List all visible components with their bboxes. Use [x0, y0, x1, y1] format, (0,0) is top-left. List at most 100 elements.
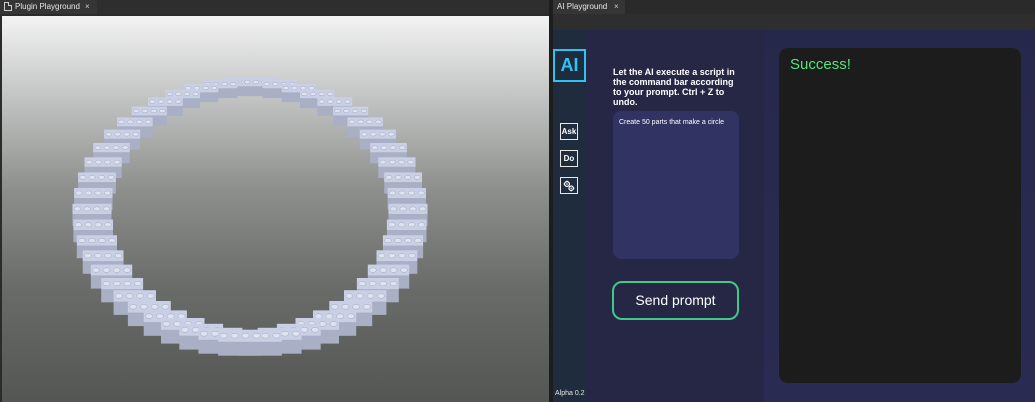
brick-stud — [175, 91, 182, 96]
brick-stud — [95, 159, 102, 165]
brick-stud — [85, 159, 93, 165]
brick-stud — [348, 119, 356, 125]
brick-stud — [414, 238, 422, 243]
brick-stud — [132, 108, 140, 114]
brick-stud — [94, 190, 102, 196]
brick-stud — [388, 222, 396, 228]
tab-ai-playground[interactable]: AI Playground × — [553, 0, 625, 14]
brick-stud — [103, 206, 111, 212]
brick-stud — [199, 330, 208, 337]
brick-stud — [389, 206, 397, 212]
brick-stud — [180, 327, 189, 333]
brick-stud — [156, 313, 164, 319]
brick-stud — [244, 80, 251, 85]
brick-stud — [351, 108, 359, 114]
brick-stud — [185, 85, 192, 91]
brick-stud — [166, 313, 175, 319]
prompt-panel: Let the AI execute a script in the comma… — [586, 30, 764, 402]
brick-stud — [385, 175, 393, 180]
brick-stud — [78, 238, 86, 243]
brick-stud — [104, 159, 112, 165]
brick-stud — [398, 145, 406, 150]
brick-stud — [183, 91, 191, 96]
brick-stud — [377, 253, 386, 259]
brick-stud — [93, 206, 101, 212]
brick-stud — [379, 281, 387, 287]
brick-stud — [115, 293, 123, 299]
brick-stud — [357, 119, 364, 125]
3d-viewport[interactable] — [2, 16, 549, 402]
brick-stud — [114, 132, 121, 137]
brick-stud — [98, 175, 106, 180]
brick-stud — [104, 222, 112, 228]
brick-stud — [161, 304, 170, 310]
brick-stud — [252, 80, 259, 85]
brick-stud — [388, 253, 396, 259]
brick-stud — [144, 119, 152, 125]
brick-stud — [314, 313, 323, 319]
output-console: Success! — [779, 48, 1021, 383]
brick-stud — [92, 267, 100, 273]
brick-stud — [94, 222, 102, 228]
settings-button[interactable] — [560, 177, 578, 194]
close-icon[interactable]: × — [85, 0, 90, 14]
brick-stud — [102, 267, 111, 273]
brick-stud — [366, 119, 373, 125]
close-icon[interactable]: × — [614, 0, 619, 14]
do-button[interactable]: Do — [560, 150, 578, 167]
brick-stud — [379, 132, 386, 137]
brick-stud — [408, 222, 416, 228]
brick-stud — [118, 119, 125, 125]
brick-stud — [175, 99, 182, 104]
brick-stud — [343, 108, 350, 114]
brick-stud — [84, 190, 92, 196]
instructions-text: Let the AI execute a script in the comma… — [613, 67, 735, 107]
brick-stud — [398, 190, 406, 196]
output-status: Success! — [790, 56, 851, 73]
brick-stud — [159, 108, 166, 114]
gears-icon — [563, 180, 575, 192]
brick-stud — [394, 238, 402, 243]
brick-stud — [327, 99, 334, 104]
brick-stud — [132, 132, 139, 137]
brick-stud — [73, 206, 81, 212]
brick-stud — [368, 281, 377, 287]
brick-stud — [79, 175, 87, 180]
brick-stud — [291, 85, 298, 91]
ai-logo: AI — [553, 49, 586, 82]
tab-plugin-playground[interactable]: Plugin Playground × — [0, 0, 97, 14]
brick-stud — [347, 313, 355, 319]
plugin-window: AI Ask Do Alpha 0.2 Let the AI execute a… — [553, 30, 1035, 402]
ask-button[interactable]: Ask — [560, 123, 578, 140]
brick-stud — [409, 206, 417, 212]
brick-stud — [123, 281, 132, 287]
brick-stud — [241, 332, 250, 339]
brick-stud — [134, 281, 142, 287]
brick-stud — [419, 206, 427, 212]
brick-stud — [301, 91, 308, 96]
brick-stud — [98, 238, 106, 243]
brick-stud — [325, 313, 334, 319]
brick-part[interactable] — [218, 329, 263, 356]
brick-stud — [394, 175, 402, 180]
brick-stud — [123, 267, 131, 273]
brick-stud — [108, 238, 116, 243]
brick-stud — [221, 82, 228, 87]
brick-stud — [361, 132, 368, 137]
brick-stud — [75, 190, 83, 196]
brick-stud — [371, 145, 378, 150]
send-prompt-button[interactable]: Send prompt — [612, 281, 739, 320]
brick-stud — [345, 293, 354, 299]
brick-stud — [309, 91, 317, 96]
brick-stud — [105, 132, 112, 137]
ai-playground-pane: AI Playground × AI Ask Do Alpha 0.2 Let … — [553, 0, 1035, 402]
brick-stud — [299, 85, 307, 91]
brick-stud — [330, 304, 339, 310]
brick-stud — [104, 253, 112, 259]
brick-stud — [104, 190, 112, 196]
prompt-input[interactable]: Create 50 parts that make a circle — [613, 111, 739, 259]
brick-stud — [166, 99, 173, 104]
brick-stud — [123, 132, 130, 137]
brick-stud — [400, 267, 408, 273]
brick-stud — [122, 145, 129, 150]
